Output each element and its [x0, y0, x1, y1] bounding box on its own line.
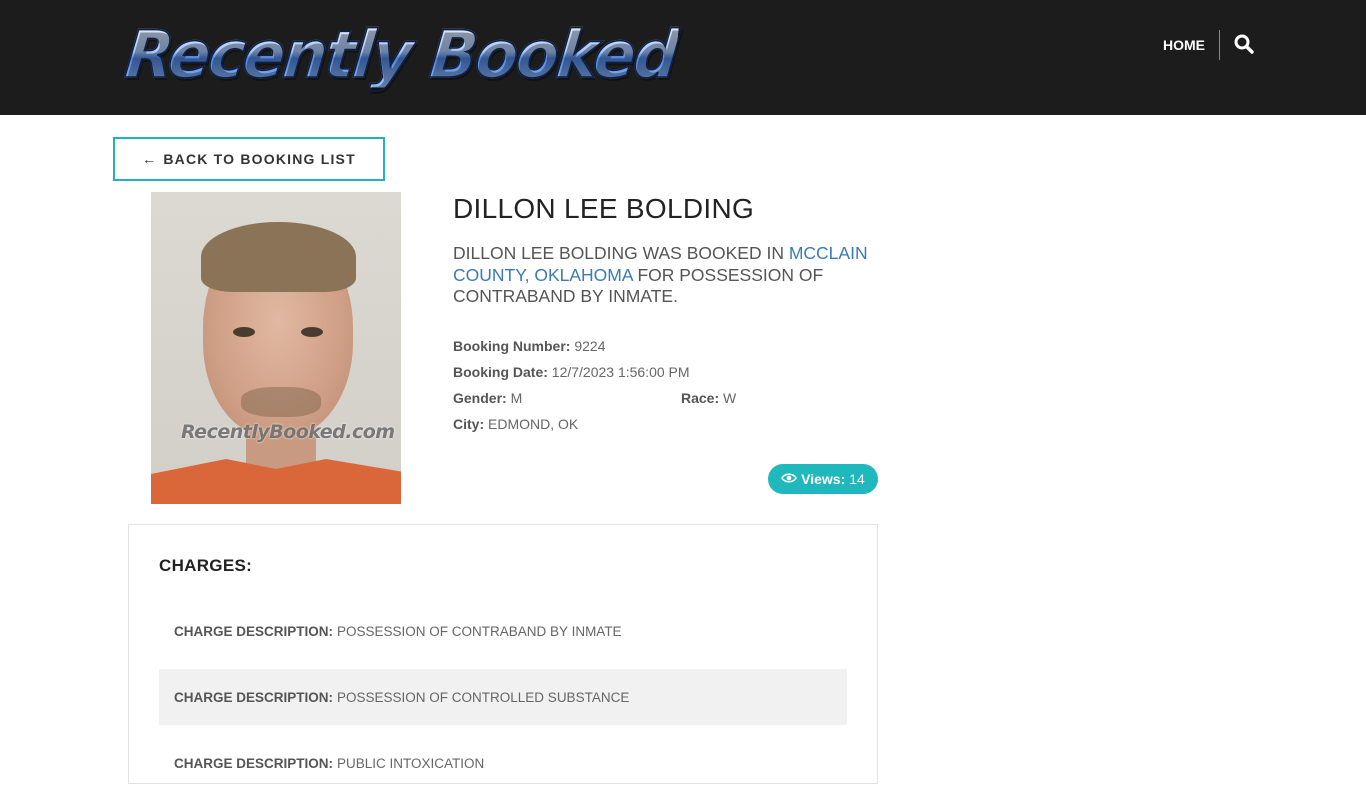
summary-prefix: DILLON LEE BOLDING WAS BOOKED IN: [453, 243, 789, 263]
charges-panel: CHARGES: CHARGE DESCRIPTION: POSSESSION O…: [128, 524, 878, 784]
back-to-booking-list-button[interactable]: ← BACK TO BOOKING LIST: [113, 137, 385, 181]
race: W: [723, 390, 737, 406]
nav-divider: [1219, 30, 1220, 60]
nav-home-link[interactable]: HOME: [1163, 37, 1219, 53]
city: EDMOND, OK: [488, 416, 579, 432]
search-icon[interactable]: [1234, 34, 1256, 56]
arrow-left-icon: ←: [142, 151, 158, 167]
photo-watermark: RecentlyBooked.com: [181, 421, 395, 443]
charge-row: CHARGE DESCRIPTION: POSSESSION OF CONTRAB…: [174, 623, 622, 639]
back-button-label: BACK TO BOOKING LIST: [163, 151, 356, 167]
inmate-name: DILLON LEE BOLDING: [453, 193, 755, 224]
gender-field: Gender: M: [453, 390, 523, 406]
eye-icon: [781, 471, 798, 487]
charge-row: CHARGE DESCRIPTION: POSSESSION OF CONTROL…: [159, 669, 847, 725]
charges-title: CHARGES:: [159, 556, 253, 575]
charge-row: CHARGE DESCRIPTION: PUBLIC INTOXICATION: [174, 755, 485, 771]
views-count: 14: [849, 471, 865, 487]
booking-summary: DILLON LEE BOLDING WAS BOOKED IN MCCLAIN…: [453, 243, 873, 308]
booking-date: 12/7/2023 1:56:00 PM: [551, 364, 690, 380]
views-badge: Views: 14: [768, 464, 878, 494]
charge-description: POSSESSION OF CONTRABAND BY INMATE: [337, 623, 622, 639]
booking-number: 9224: [574, 338, 606, 354]
main-nav: HOME: [1163, 30, 1256, 60]
charge-description: POSSESSION OF CONTROLLED SUBSTANCE: [337, 689, 630, 705]
race-field: Race: W: [681, 390, 737, 406]
charge-description: PUBLIC INTOXICATION: [337, 755, 485, 771]
views-label: Views:: [801, 471, 846, 487]
logo-text: Recently Booked: [121, 15, 681, 93]
site-logo[interactable]: Recently Booked: [121, 15, 681, 93]
site-header: Recently Booked HOME: [0, 0, 1366, 115]
booking-number-field: Booking Number: 9224: [453, 338, 606, 354]
city-field: City: EDMOND, OK: [453, 416, 579, 432]
gender: M: [510, 390, 523, 406]
mugshot-photo: RecentlyBooked.com: [151, 192, 401, 504]
booking-date-field: Booking Date: 12/7/2023 1:56:00 PM: [453, 364, 690, 380]
